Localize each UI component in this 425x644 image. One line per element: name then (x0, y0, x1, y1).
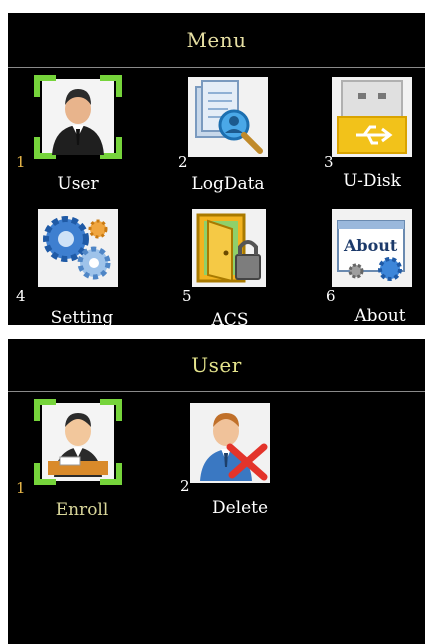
user-title-divider (8, 391, 425, 392)
user-item-label: Delete (211, 498, 269, 518)
menu-item-acs[interactable]: 5 ACS (148, 203, 288, 330)
usb-disk-icon (332, 77, 412, 157)
menu-item-label: ACS (211, 310, 249, 330)
menu-item-about[interactable]: About 6 About (288, 203, 425, 326)
menu-item-user[interactable]: 1 User (8, 73, 148, 194)
enroll-user-icon (34, 399, 122, 485)
menu-item-label: Setting (50, 308, 114, 328)
menu-title-divider (8, 67, 425, 68)
menu-item-u-disk[interactable]: 3 U-Disk (288, 73, 425, 193)
user-screen: User 1 Enroll 2 Delete (8, 339, 425, 644)
delete-user-icon (190, 403, 270, 483)
about-icon: About (332, 209, 412, 287)
menu-item-number: 6 (326, 287, 336, 305)
menu-item-number: 1 (16, 153, 26, 171)
menu-item-label: User (57, 174, 99, 194)
user-icon (34, 75, 122, 159)
user-item-delete[interactable]: 2 Delete (148, 397, 288, 518)
user-item-enroll[interactable]: 1 Enroll (8, 397, 148, 520)
menu-item-logdata[interactable]: 2 LogData (148, 73, 288, 194)
menu-item-number: 2 (178, 153, 188, 171)
user-title: User (191, 353, 242, 377)
access-control-icon (192, 209, 266, 287)
logdata-icon (188, 77, 268, 157)
user-item-number: 1 (16, 479, 26, 497)
menu-item-label: LogData (191, 174, 265, 194)
menu-item-number: 3 (324, 153, 334, 171)
menu-item-setting[interactable]: 4 Setting (8, 203, 148, 328)
settings-gears-icon (38, 209, 118, 287)
menu-title: Menu (186, 28, 247, 52)
about-icon-text: About (343, 236, 398, 255)
user-item-label: Enroll (55, 500, 109, 520)
menu-item-label: About (354, 306, 406, 326)
menu-screen: Menu 1 User 2 LogData 3 U-Disk 4 Setting… (8, 13, 425, 330)
menu-item-number: 4 (16, 287, 26, 305)
menu-item-number: 5 (182, 287, 192, 305)
menu-item-label: U-Disk (343, 171, 401, 191)
user-item-number: 2 (180, 477, 190, 495)
